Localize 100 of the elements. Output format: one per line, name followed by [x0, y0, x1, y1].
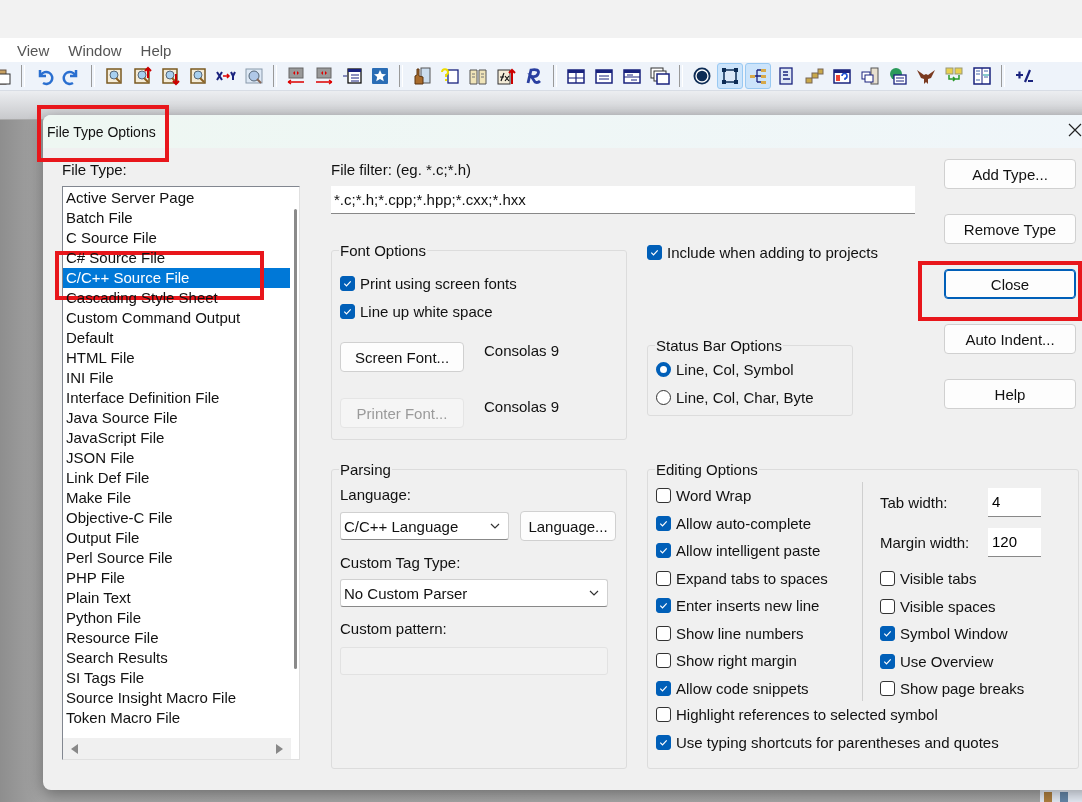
- checkmark-icon: [658, 545, 669, 557]
- checkbox-label: Symbol Window: [900, 625, 1008, 643]
- list-item[interactable]: INI File: [63, 368, 290, 388]
- list-item[interactable]: Active Server Page: [63, 188, 290, 208]
- scrollbar[interactable]: [294, 209, 297, 669]
- checkbox-option[interactable]: Visible spaces: [880, 592, 1070, 620]
- radio-button[interactable]: [656, 389, 671, 405]
- list-item[interactable]: Plain Text: [63, 588, 290, 608]
- list-item[interactable]: JavaScript File: [63, 428, 290, 448]
- checkbox[interactable]: [656, 515, 671, 531]
- list-item[interactable]: SI Tags File: [63, 668, 290, 688]
- radio-option[interactable]: Line, Col, Symbol: [656, 356, 844, 384]
- file-filter-field[interactable]: *.c;*.h;*.cpp;*.hpp;*.cxx;*.hxx: [331, 186, 915, 214]
- list-item[interactable]: Objective-C File: [63, 508, 290, 528]
- dialog-button[interactable]: Close: [944, 269, 1076, 299]
- tag-type-dropdown[interactable]: No Custom Parser: [340, 579, 608, 607]
- group-title: Font Options: [339, 242, 427, 259]
- checkbox-option[interactable]: Word Wrap: [656, 482, 862, 510]
- checkbox[interactable]: [656, 598, 671, 614]
- list-item[interactable]: Custom Command Output: [63, 308, 290, 328]
- list-item[interactable]: Make File: [63, 488, 290, 508]
- list-item[interactable]: C/C++ Source File: [63, 268, 290, 288]
- checkbox-option[interactable]: Show page breaks: [880, 675, 1070, 703]
- checkbox[interactable]: [880, 626, 895, 642]
- checkbox[interactable]: [656, 543, 671, 559]
- list-item[interactable]: Source Insight Macro File: [63, 688, 290, 708]
- checkbox-label: Show line numbers: [676, 624, 804, 642]
- list-item[interactable]: Token Macro File: [63, 708, 290, 728]
- font-name: Consolas 9: [484, 342, 560, 360]
- list-item[interactable]: Perl Source File: [63, 548, 290, 568]
- list-item[interactable]: Default: [63, 328, 290, 348]
- list-item[interactable]: PHP File: [63, 568, 290, 588]
- checkbox[interactable]: [656, 653, 671, 669]
- checkbox-option[interactable]: Allow intelligent paste: [656, 537, 862, 565]
- checkmark-icon: [342, 278, 353, 290]
- window-layout-icon: [566, 66, 586, 86]
- dialog-button[interactable]: Auto Indent...: [944, 324, 1076, 354]
- list-item[interactable]: Resource File: [63, 628, 290, 648]
- checkbox[interactable]: [880, 681, 895, 697]
- checkbox-option[interactable]: Visible tabs: [880, 565, 1070, 593]
- checkbox[interactable]: [647, 245, 662, 261]
- list-item[interactable]: Python File: [63, 608, 290, 628]
- checkbox-option[interactable]: Print using screen fonts: [340, 270, 618, 298]
- list-item[interactable]: Cascading Style Sheet: [63, 288, 290, 308]
- list-item[interactable]: Output File: [63, 528, 290, 548]
- checkbox-option[interactable]: Allow auto-complete: [656, 509, 862, 537]
- checkbox-option[interactable]: Allow code snippets: [656, 674, 862, 702]
- list-item[interactable]: Interface Definition File: [63, 388, 290, 408]
- language-button[interactable]: Language...: [520, 511, 616, 541]
- menu-item[interactable]: Help: [140, 41, 172, 59]
- checkbox[interactable]: [880, 598, 895, 614]
- checkbox[interactable]: [340, 276, 355, 292]
- checkbox-option[interactable]: Use typing shortcuts for parentheses and quotes: [656, 728, 1070, 756]
- checkbox-option[interactable]: Use Overview: [880, 647, 1070, 675]
- checkbox-option[interactable]: Line up white space: [340, 297, 618, 325]
- checkbox-option[interactable]: Highlight references to selected symbol: [656, 701, 1070, 729]
- list-item[interactable]: C Source File: [63, 228, 290, 248]
- toolbar-button[interactable]: [717, 63, 743, 89]
- list-item[interactable]: Batch File: [63, 208, 290, 228]
- checkbox[interactable]: [656, 488, 671, 504]
- checkbox[interactable]: [656, 625, 671, 641]
- list-item[interactable]: Java Source File: [63, 408, 290, 428]
- dialog-button[interactable]: Add Type...: [944, 159, 1076, 189]
- close-icon[interactable]: [1068, 123, 1082, 137]
- list-item[interactable]: HTML File: [63, 348, 290, 368]
- checkbox-option[interactable]: Enter inserts new line: [656, 592, 862, 620]
- list-item[interactable]: Link Def File: [63, 468, 290, 488]
- font-button[interactable]: Screen Font...: [340, 342, 464, 372]
- language-dropdown[interactable]: C/C++ Language: [340, 512, 509, 540]
- number-field[interactable]: 120: [988, 527, 1041, 557]
- panel-icon: [972, 66, 992, 86]
- horizontal-scrollbar[interactable]: [63, 738, 291, 759]
- field-label: Custom pattern:: [340, 620, 448, 638]
- checkbox-option[interactable]: Show line numbers: [656, 619, 862, 647]
- radio-button[interactable]: [656, 362, 671, 378]
- radio-option[interactable]: Line, Col, Char, Byte: [656, 383, 844, 411]
- dialog-button[interactable]: Remove Type: [944, 214, 1076, 244]
- book-icon: [468, 66, 488, 86]
- checkbox[interactable]: [656, 570, 671, 586]
- scroll-left-icon[interactable]: [71, 743, 79, 754]
- checkbox[interactable]: [656, 734, 671, 750]
- file-type-list[interactable]: [62, 186, 300, 760]
- list-item[interactable]: JSON File: [63, 448, 290, 468]
- checkbox[interactable]: [340, 303, 355, 319]
- list-item[interactable]: Search Results: [63, 648, 290, 668]
- checkbox[interactable]: [880, 653, 895, 669]
- checkbox[interactable]: [880, 571, 895, 587]
- dialog-button[interactable]: Help: [944, 379, 1076, 409]
- menu-item[interactable]: View: [17, 41, 50, 59]
- checkbox-option[interactable]: Show right margin: [656, 647, 862, 675]
- checkbox[interactable]: [656, 707, 671, 723]
- number-field[interactable]: 4: [988, 487, 1041, 517]
- checkbox-option[interactable]: Symbol Window: [880, 620, 1070, 648]
- checkbox-option[interactable]: Expand tabs to spaces: [656, 564, 862, 592]
- menu-item[interactable]: Window: [68, 41, 122, 59]
- scroll-right-icon[interactable]: [275, 743, 283, 754]
- checkbox[interactable]: [656, 680, 671, 696]
- search-down-icon: [160, 66, 180, 86]
- checkbox-label: Show right margin: [676, 652, 797, 670]
- checkbox-option[interactable]: Include when adding to projects: [647, 239, 915, 267]
